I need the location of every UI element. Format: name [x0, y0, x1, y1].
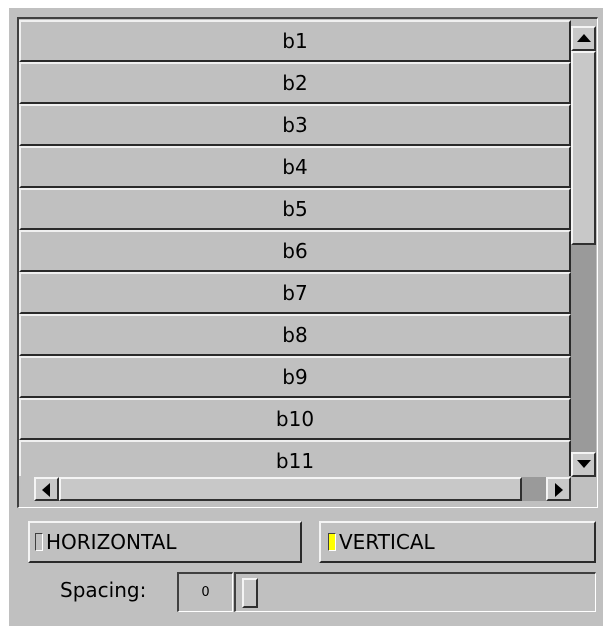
- list-button-b3[interactable]: b3: [19, 104, 571, 146]
- scroll-viewport: b1 b2 b3 b4 b5 b6 b7 b8 b9 b10 b11: [19, 19, 571, 476]
- spacing-label: Spacing:: [60, 578, 147, 602]
- arrow-down-icon: [577, 460, 591, 468]
- list-button-b7[interactable]: b7: [19, 272, 571, 314]
- list-button-b2[interactable]: b2: [19, 62, 571, 104]
- radio-indicator-icon: [35, 533, 43, 551]
- spacing-slider[interactable]: [234, 572, 596, 612]
- scroll-up-button[interactable]: [571, 26, 596, 51]
- list-button-b5[interactable]: b5: [19, 188, 571, 230]
- vertical-scroll-thumb[interactable]: [571, 51, 596, 245]
- list-button-b8[interactable]: b8: [19, 314, 571, 356]
- list-button-b10[interactable]: b10: [19, 398, 571, 440]
- arrow-right-icon: [555, 483, 563, 497]
- horizontal-radio-button[interactable]: HORIZONTAL: [28, 521, 302, 563]
- arrow-left-icon: [42, 483, 50, 497]
- list-button-b11[interactable]: b11: [19, 440, 571, 476]
- horizontal-radio-label: HORIZONTAL: [46, 530, 177, 554]
- horizontal-scroll-thumb[interactable]: [59, 477, 522, 501]
- scrollbar-corner: [571, 477, 596, 501]
- list-button-b9[interactable]: b9: [19, 356, 571, 398]
- list-button-b4[interactable]: b4: [19, 146, 571, 188]
- arrow-up-icon: [577, 34, 591, 42]
- list-button-b6[interactable]: b6: [19, 230, 571, 272]
- spacing-value-field[interactable]: 0: [177, 572, 233, 612]
- button-list: b1 b2 b3 b4 b5 b6 b7 b8 b9 b10 b11: [19, 20, 571, 476]
- list-button-b1[interactable]: b1: [19, 20, 571, 62]
- radio-indicator-selected-icon: [328, 533, 336, 551]
- scroll-right-button[interactable]: [546, 477, 571, 501]
- vertical-radio-button[interactable]: VERTICAL: [319, 521, 596, 563]
- vertical-radio-label: VERTICAL: [339, 530, 435, 554]
- vertical-scrollbar[interactable]: [571, 26, 596, 477]
- scroll-left-button[interactable]: [34, 477, 59, 501]
- horizontal-scrollbar[interactable]: [34, 477, 571, 501]
- scroll-down-button[interactable]: [571, 452, 596, 477]
- spacing-slider-thumb[interactable]: [242, 578, 258, 608]
